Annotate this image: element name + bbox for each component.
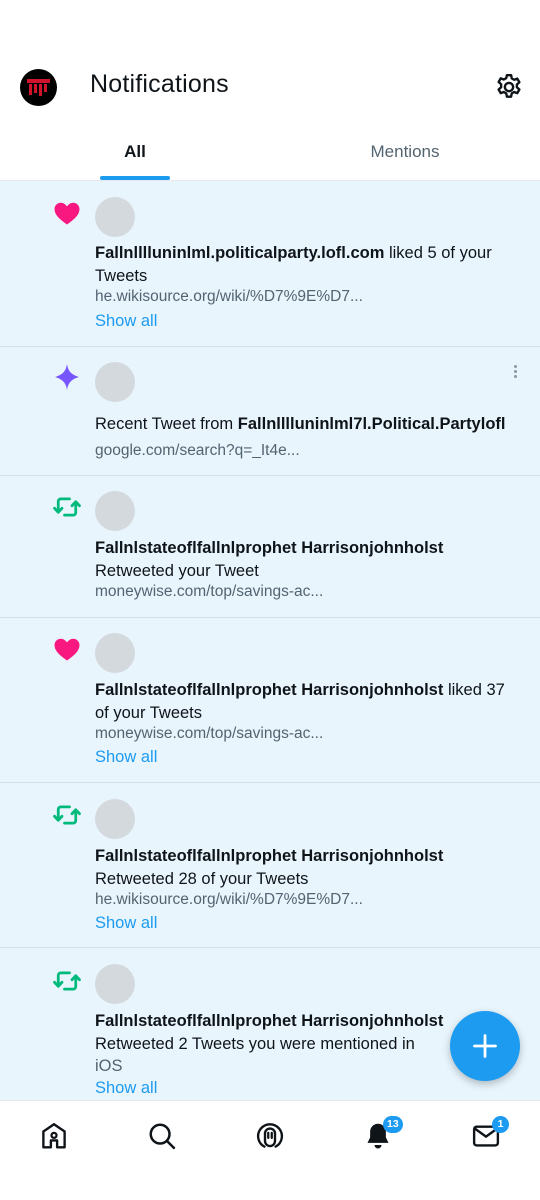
heart-icon [54,638,80,661]
retweet-icon [53,971,81,991]
notification-tabs: All Mentions [0,125,540,181]
notification-text: Recent Tweet from Fallnlllluninlml7l.Pol… [95,413,535,436]
more-options-icon[interactable] [508,363,522,383]
notification-item[interactable]: Fallnlstateoflfallnlprophet Harrisonjohn… [0,476,540,618]
show-all-link[interactable]: Show all [95,1079,157,1098]
avatar[interactable] [95,491,135,531]
notifications-feed[interactable]: Fallnlllluninlml.politicalparty.lofl.com… [0,181,540,1100]
tab-all[interactable]: All [0,125,270,181]
notification-item[interactable]: Fallnlllluninlml.politicalparty.lofl.com… [0,181,540,347]
tab-mentions[interactable]: Mentions [270,125,540,181]
notification-item[interactable]: Fallnlstateoflfallnlprophet Harrisonjohn… [0,618,540,783]
show-all-link[interactable]: Show all [95,914,157,933]
user-name[interactable]: Fallnlstateoflfallnlprophet Harrisonjohn… [95,539,443,557]
profile-logo-mark [27,79,50,96]
action-text-line2: iOS [95,1057,123,1075]
user-name[interactable]: Fallnlstateoflfallnlprophet Harrisonjohn… [95,681,443,699]
avatar[interactable] [95,633,135,673]
action-text: Recent Tweet from [95,415,238,433]
notification-text: Fallnlstateoflfallnlprophet Harrisonjohn… [95,679,520,724]
user-name[interactable]: Fallnlstateoflfallnlprophet Harrisonjohn… [95,1012,443,1030]
profile-avatar[interactable] [20,69,57,106]
show-all-link[interactable]: Show all [95,312,157,331]
tweet-link[interactable]: moneywise.com/top/savings-ac... [95,725,323,743]
home-icon[interactable] [39,1121,69,1151]
compose-tweet-button[interactable] [450,1011,520,1081]
avatar[interactable] [95,197,135,237]
sparkle-icon [55,363,79,391]
notifications-count-badge: 13 [383,1116,403,1133]
plus-icon [473,1034,497,1058]
user-name[interactable]: Fallnlllluninlml.politicalparty.lofl.com [95,244,384,262]
user-name[interactable]: Fallnlstateoflfallnlprophet Harrisonjohn… [95,847,443,865]
heart-icon [54,202,80,225]
active-tab-indicator [100,176,170,180]
avatar[interactable] [95,964,135,1004]
tweet-link[interactable]: he.wikisource.org/wiki/%D7%9E%D7... [95,288,363,306]
retweet-icon [53,805,81,825]
bottom-navigation: 13 1 [0,1100,540,1200]
notification-text: Fallnlllluninlml.politicalparty.lofl.com… [95,242,520,287]
spaces-microphone-icon[interactable] [255,1121,285,1151]
show-all-link[interactable]: Show all [95,748,157,767]
tweet-link[interactable]: google.com/search?q=_It4e... [95,442,300,460]
gear-icon[interactable] [494,72,524,102]
action-text: Retweeted your Tweet [95,561,259,580]
page-title: Notifications [90,70,229,98]
action-text: Retweeted 2 Tweets you were mentioned in [95,1034,415,1053]
retweet-icon [53,497,81,517]
notification-text: Fallnlstateoflfallnlprophet Harrisonjohn… [95,537,520,582]
notification-text: Fallnlstateoflfallnlprophet Harrisonjohn… [95,845,520,890]
messages-count-badge: 1 [492,1116,509,1133]
action-text: Retweeted 28 of your Tweets [95,869,309,888]
search-icon[interactable] [147,1121,177,1151]
avatar[interactable] [95,799,135,839]
user-name[interactable]: Fallnlllluninlml7l.Political.Partylofl [238,415,506,433]
header: Notifications [0,0,540,125]
notification-item[interactable]: Fallnlstateoflfallnlprophet Harrisonjohn… [0,783,540,948]
tweet-link[interactable]: moneywise.com/top/savings-ac... [95,583,323,601]
tweet-link[interactable]: he.wikisource.org/wiki/%D7%9E%D7... [95,891,363,909]
notification-item[interactable]: Recent Tweet from Fallnlllluninlml7l.Pol… [0,347,540,476]
avatar[interactable] [95,362,135,402]
